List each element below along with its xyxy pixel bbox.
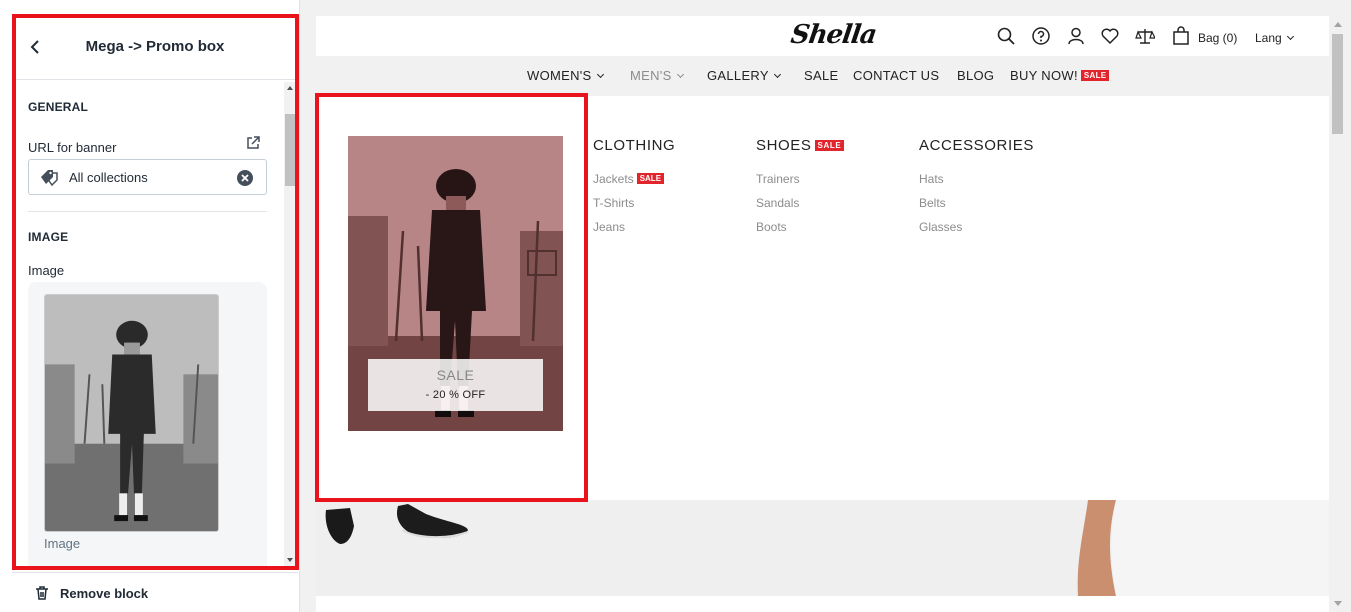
nav-womens[interactable]: WOMEN'S — [527, 68, 604, 83]
section-heading-general: GENERAL — [28, 100, 89, 114]
promo-box-banner[interactable]: SALE - 20 % OFF — [348, 136, 563, 431]
menu-column-heading-accessories[interactable]: ACCESSORIES — [919, 137, 1034, 154]
url-picker-field[interactable]: All collections — [28, 159, 267, 195]
menu-link-trainers[interactable]: Trainers — [756, 172, 800, 186]
help-circle-icon[interactable] — [1031, 26, 1051, 46]
menu-link-boots[interactable]: Boots — [756, 220, 787, 234]
remove-block-button[interactable]: Remove block — [12, 572, 298, 612]
hero-section-background — [316, 500, 1329, 596]
menu-column-heading-clothing[interactable]: CLOTHING — [593, 137, 675, 154]
chevron-down-icon — [596, 70, 604, 79]
trash-icon — [36, 586, 48, 600]
panel-title: Mega -> Promo box — [85, 38, 225, 55]
menu-link-glasses[interactable]: Glasses — [919, 220, 962, 234]
scrollbar-thumb[interactable] — [285, 114, 295, 186]
heart-wishlist-icon[interactable] — [1100, 26, 1120, 46]
compare-scale-icon[interactable] — [1135, 26, 1155, 46]
nav-mens[interactable]: MEN'S — [630, 68, 684, 83]
scroll-down-arrow-icon[interactable] — [1334, 601, 1342, 606]
scroll-up-arrow-icon[interactable] — [287, 86, 293, 90]
menu-link-belts[interactable]: Belts — [919, 196, 946, 210]
url-field-label: URL for banner — [28, 140, 117, 155]
collection-tag-icon — [41, 170, 58, 187]
sidebar-header: Mega -> Promo box — [12, 14, 298, 80]
user-account-icon[interactable] — [1066, 26, 1086, 46]
store-logo[interactable]: Shella — [789, 20, 878, 50]
mega-menu-dropdown: SALE - 20 % OFF CLOTHING Jackets SALE T-S… — [316, 96, 1329, 500]
scroll-down-arrow-icon[interactable] — [287, 558, 293, 562]
url-field-value: All collections — [69, 170, 148, 185]
chevron-down-icon — [676, 70, 684, 79]
menu-link-jeans[interactable]: Jeans — [593, 220, 625, 234]
language-selector[interactable]: Lang — [1255, 31, 1294, 45]
image-picker-card[interactable]: Image — [28, 282, 267, 566]
chevron-down-icon — [773, 70, 781, 79]
chevron-down-icon — [1286, 32, 1294, 41]
nav-blog[interactable]: BLOG — [957, 68, 994, 83]
nav-contact-us[interactable]: CONTACT US — [853, 68, 939, 83]
section-heading-image: IMAGE — [28, 230, 69, 244]
scroll-up-arrow-icon[interactable] — [1334, 22, 1342, 27]
image-caption: Image — [44, 536, 81, 551]
banner-image-thumbnail[interactable] — [44, 294, 219, 532]
preview-scrollbar[interactable] — [1329, 16, 1346, 612]
main-navigation: WOMEN'S MEN'S GALLERY SALE CONTACT US BL… — [316, 56, 1329, 96]
nav-sale[interactable]: SALE — [804, 68, 838, 83]
menu-column-heading-shoes[interactable]: SHOES SALE — [756, 137, 845, 154]
store-header: Shella Bag (0) Lang — [316, 16, 1329, 56]
sale-badge: SALE — [1080, 70, 1110, 82]
search-icon[interactable] — [996, 26, 1016, 46]
nav-gallery[interactable]: GALLERY — [707, 68, 781, 83]
storefront-preview: Shella Bag (0) Lang WOMEN'S MEN'S GALLER… — [316, 16, 1329, 612]
promo-title: SALE — [436, 367, 475, 383]
menu-link-hats[interactable]: Hats — [919, 172, 944, 186]
nav-buy-now[interactable]: BUY NOW! SALE — [1010, 68, 1110, 83]
scrollbar-thumb[interactable] — [1332, 34, 1343, 134]
external-link-icon[interactable] — [245, 135, 261, 151]
hero-product-image — [325, 500, 1329, 596]
editor-sidebar: Mega -> Promo box GENERAL URL for banner… — [0, 0, 300, 612]
sale-badge: SALE — [636, 173, 665, 185]
promo-subtitle: - 20 % OFF — [425, 389, 486, 401]
section-divider — [28, 211, 267, 212]
promo-caption-box: SALE - 20 % OFF — [368, 359, 543, 411]
remove-block-label: Remove block — [60, 586, 149, 601]
settings-scroll-area[interactable]: GENERAL URL for banner All collections I… — [12, 82, 284, 566]
sale-badge: SALE — [814, 139, 845, 151]
menu-link-sandals[interactable]: Sandals — [756, 196, 799, 210]
sidebar-scrollbar[interactable] — [284, 82, 296, 566]
bag-count-label[interactable]: Bag (0) — [1198, 31, 1237, 45]
clear-circle-icon[interactable] — [236, 169, 254, 187]
shopping-bag-icon[interactable] — [1171, 26, 1191, 46]
menu-link-jackets[interactable]: Jackets SALE — [593, 172, 665, 186]
image-field-label: Image — [28, 263, 65, 278]
menu-link-tshirts[interactable]: T-Shirts — [593, 196, 634, 210]
